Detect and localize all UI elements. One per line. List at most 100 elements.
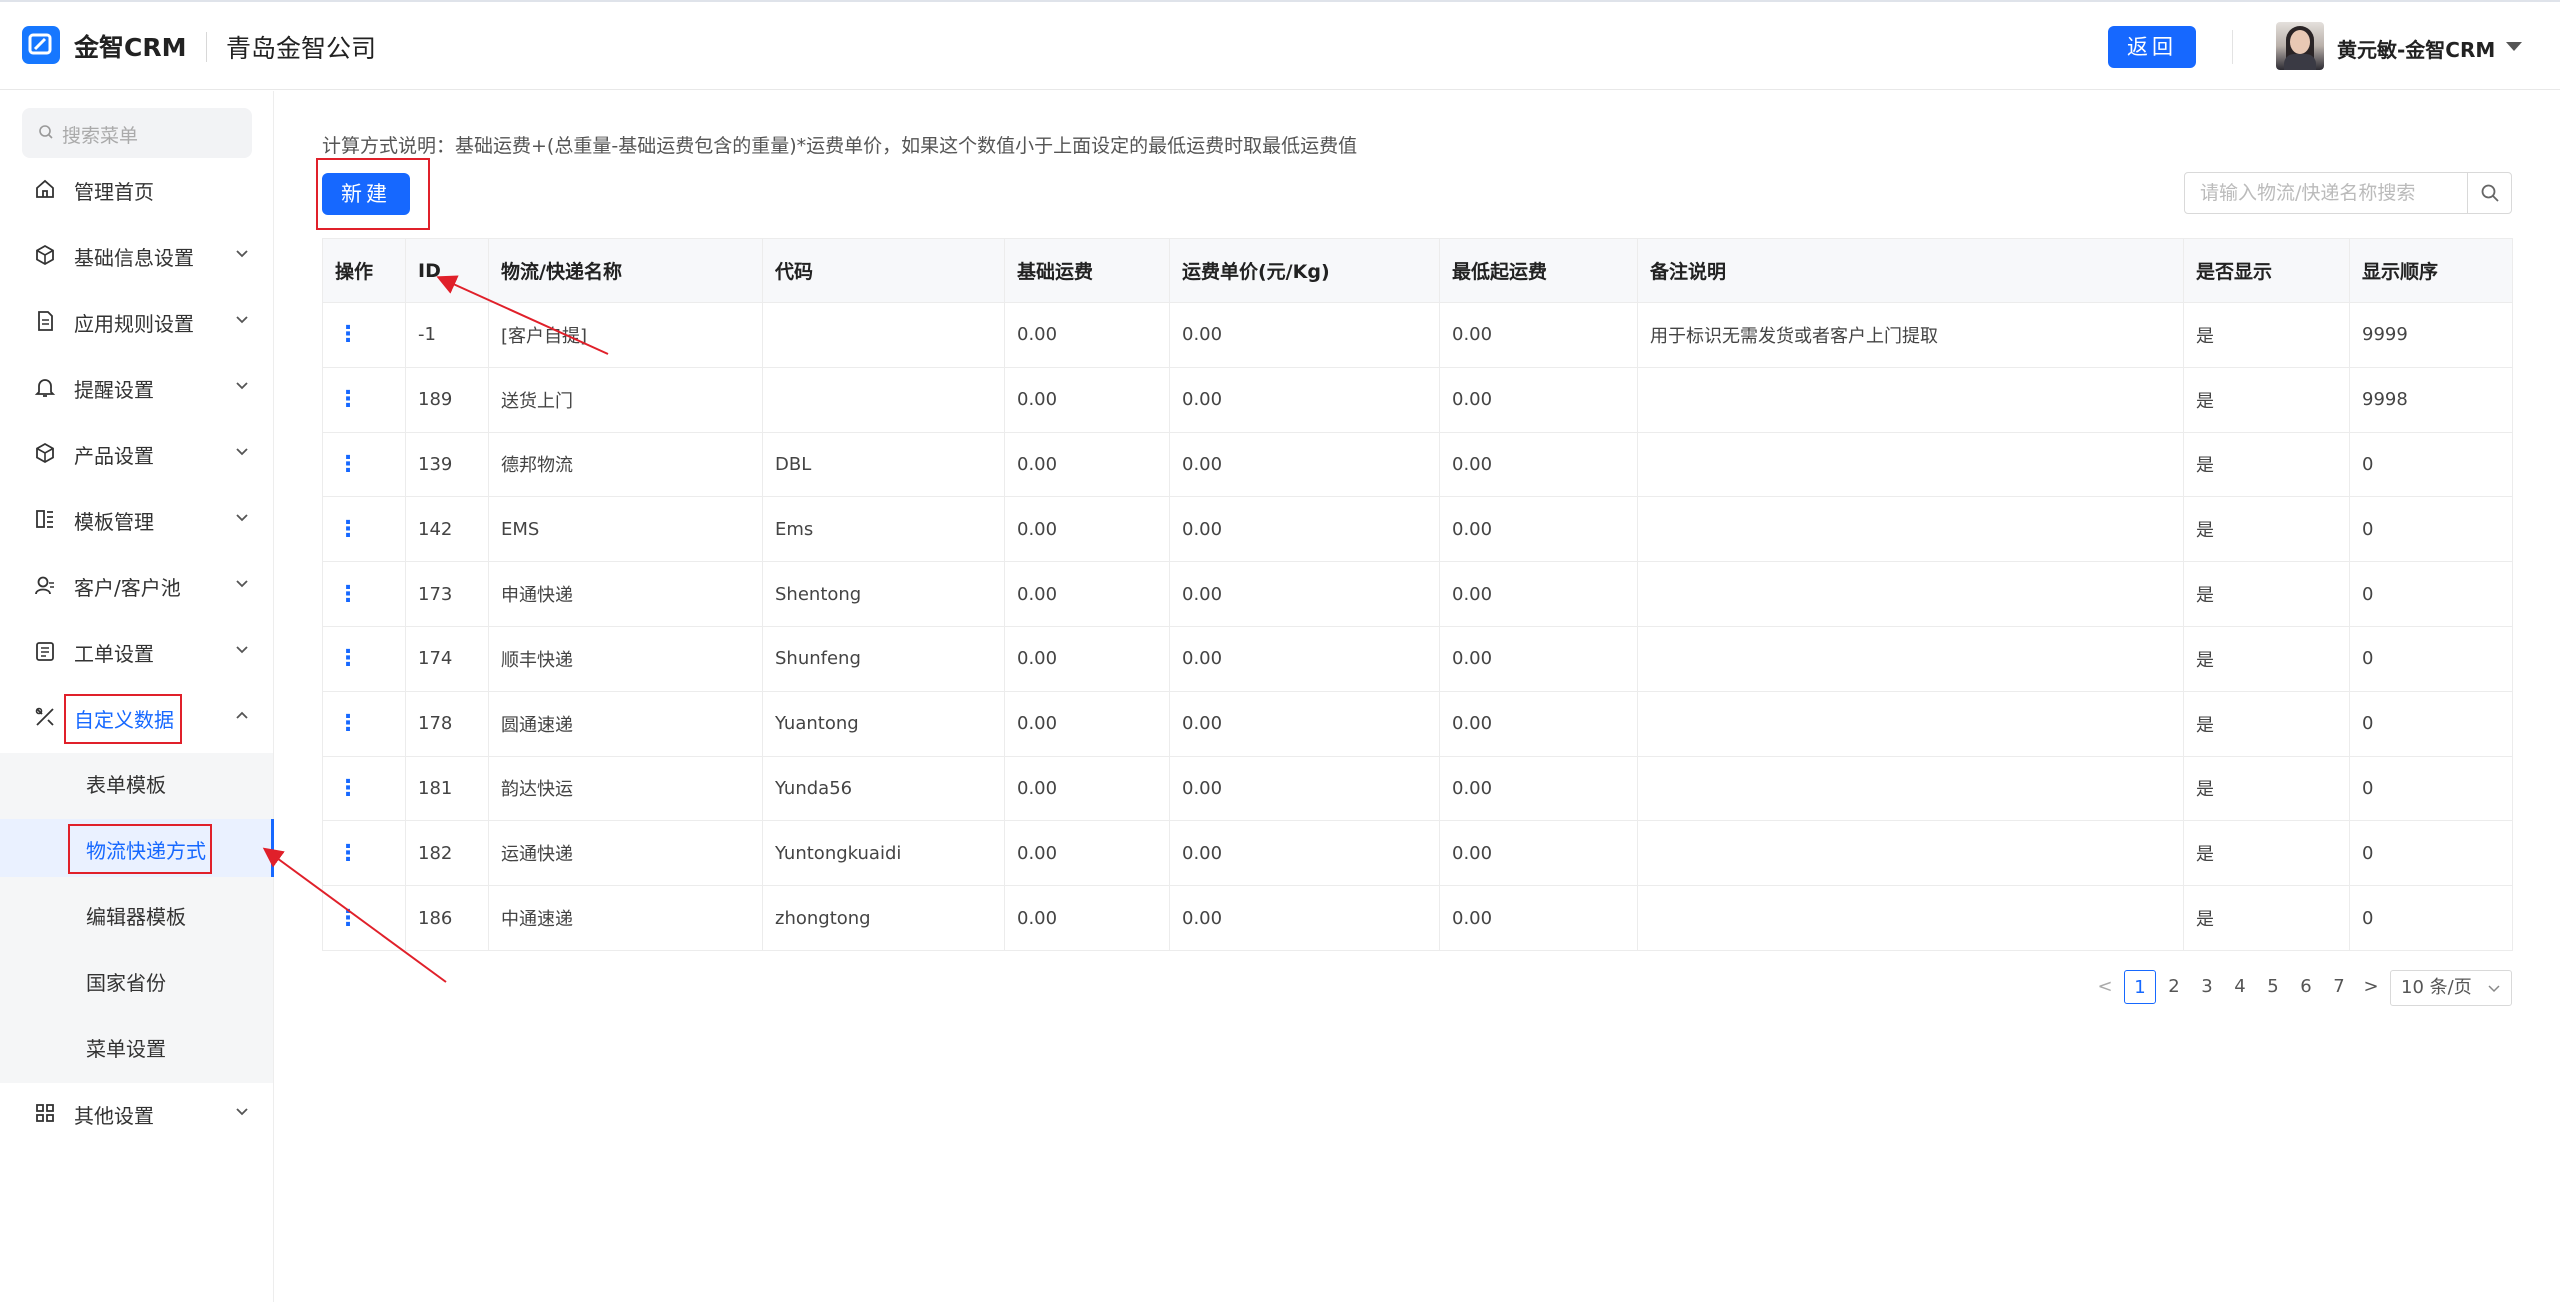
table-cell-min: 0.00 — [1439, 885, 1638, 951]
row-actions-menu-icon[interactable]: ⋮ — [322, 820, 406, 887]
sidebar-item-label: 模板管理 — [74, 510, 154, 534]
chevron-down-icon — [2488, 985, 2500, 993]
column-header: 操作 — [322, 238, 406, 303]
table-cell-remark — [1637, 496, 2184, 563]
table-cell-id: 139 — [405, 431, 489, 498]
table-cell-unit: 0.00 — [1169, 431, 1440, 498]
table-cell-order: 9999 — [2349, 302, 2513, 368]
logistics-search — [2184, 172, 2512, 214]
table-cell-name: 中通速递 — [488, 885, 763, 951]
sidebar-subitem-menu-settings[interactable]: 菜单设置 — [0, 1017, 273, 1075]
table-cell-base: 0.00 — [1004, 561, 1170, 627]
table-cell-min: 0.00 — [1439, 302, 1638, 368]
table-cell-base: 0.00 — [1004, 431, 1170, 498]
user-name[interactable]: 黄元敏-金智CRM — [2337, 34, 2495, 63]
logistics-search-input[interactable] — [2186, 174, 2466, 212]
table-cell-order: 0 — [2349, 431, 2513, 498]
table-cell-name: 申通快递 — [488, 561, 763, 627]
table-cell-show: 是 — [2183, 690, 2350, 757]
sidebar-item-home[interactable]: 管理首页 — [0, 160, 273, 218]
table-cell-unit: 0.00 — [1169, 561, 1440, 627]
table-row: ⋮ -1 [客户自提] 0.00 0.00 0.00 用于标识无需发货或者客户上门提取是 99… — [322, 302, 2513, 368]
sidebar-item-worksheets[interactable]: 工单设置 — [0, 622, 273, 680]
sidebar-item-basic-info[interactable]: 基础信息设置 — [0, 226, 273, 284]
table-cell-min: 0.00 — [1439, 561, 1638, 627]
row-actions-menu-icon[interactable]: ⋮ — [322, 561, 406, 627]
sidebar-subitem-label: 表单模板 — [86, 773, 166, 797]
table-cell-show: 是 — [2183, 431, 2350, 498]
sidebar-subitem-country-province[interactable]: 国家省份 — [0, 951, 273, 1009]
page-button[interactable]: 2 — [2158, 970, 2190, 1004]
caret-down-icon[interactable] — [2506, 42, 2522, 51]
table-cell-id: 189 — [405, 366, 489, 433]
sidebar-item-reminders[interactable]: 提醒设置 — [0, 358, 273, 416]
table-cell-show: 是 — [2183, 625, 2350, 692]
column-header: 代码 — [762, 238, 1005, 303]
page-button[interactable]: 1 — [2124, 970, 2156, 1004]
table-cell-name: 顺丰快递 — [488, 625, 763, 692]
table-cell-min: 0.00 — [1439, 820, 1638, 887]
page-button[interactable]: 5 — [2257, 970, 2289, 1004]
table-cell-base: 0.00 — [1004, 625, 1170, 692]
logistics-table: 操作 ID 物流/快递名称 代码 基础运费 运费单价(元/Kg) 最低起运费 备… — [322, 238, 2513, 951]
next-page-button[interactable]: > — [2358, 970, 2384, 1004]
sidebar-item-label: 管理首页 — [74, 180, 154, 204]
sidebar-subitem-editor-templates[interactable]: 编辑器模板 — [0, 885, 273, 943]
table-cell-min: 0.00 — [1439, 690, 1638, 757]
avatar[interactable] — [2276, 22, 2324, 70]
row-actions-menu-icon[interactable]: ⋮ — [322, 690, 406, 757]
page-button[interactable]: 3 — [2191, 970, 2223, 1004]
table-cell-min: 0.00 — [1439, 496, 1638, 563]
sidebar-item-other-settings[interactable]: 其他设置 — [0, 1084, 273, 1142]
calculation-note: 计算方式说明：基础运费+(总重量-基础运费包含的重量)*运费单价，如果这个数值小… — [322, 135, 1358, 157]
sidebar-item-label: 应用规则设置 — [74, 312, 194, 336]
row-actions-menu-icon[interactable]: ⋮ — [322, 431, 406, 498]
sidebar-subitem-label: 国家省份 — [86, 971, 166, 995]
table-cell-id: 173 — [405, 561, 489, 627]
table-cell-unit: 0.00 — [1169, 885, 1440, 951]
menu-search-input[interactable]: 搜索菜单 — [22, 108, 252, 158]
table-row: ⋮ 174 顺丰快递 Shunfeng 0.00 0.00 0.00 是 0 — [322, 625, 2513, 692]
sidebar-item-label: 产品设置 — [74, 444, 154, 468]
sidebar-item-label: 基础信息设置 — [74, 246, 194, 270]
prev-page-button[interactable]: < — [2092, 970, 2118, 1004]
document-icon — [38, 311, 53, 331]
table-row: ⋮ 182 运通快递 Yuntongkuaidi 0.00 0.00 0.00 是 0 — [322, 820, 2513, 887]
row-actions-menu-icon[interactable]: ⋮ — [322, 496, 406, 563]
table-cell-order: 0 — [2349, 690, 2513, 757]
search-button[interactable] — [2467, 173, 2511, 213]
row-actions-menu-icon[interactable]: ⋮ — [322, 625, 406, 692]
page-button[interactable]: 4 — [2224, 970, 2256, 1004]
top-header: 金智CRM 青岛金智公司 返回 黄元敏-金智CRM — [0, 0, 2560, 90]
template-icon — [36, 510, 53, 528]
row-actions-menu-icon[interactable]: ⋮ — [322, 885, 406, 951]
sidebar-item-products[interactable]: 产品设置 — [0, 424, 273, 482]
row-actions-menu-icon[interactable]: ⋮ — [322, 366, 406, 433]
column-header[interactable]: ID — [405, 238, 489, 303]
row-actions-menu-icon[interactable]: ⋮ — [322, 302, 406, 368]
page-button[interactable]: 6 — [2290, 970, 2322, 1004]
back-button[interactable]: 返回 — [2108, 26, 2196, 68]
table-cell-id: -1 — [405, 302, 489, 368]
table-cell-min: 0.00 — [1439, 431, 1638, 498]
table-cell-remark — [1637, 820, 2184, 887]
sidebar-subitem-label: 菜单设置 — [86, 1037, 166, 1061]
column-header: 备注说明 — [1637, 238, 2184, 303]
sidebar-subitem-form-templates[interactable]: 表单模板 — [0, 753, 273, 811]
active-indicator — [271, 819, 274, 877]
page-size-select[interactable]: 10 条/页 — [2390, 970, 2512, 1006]
sidebar-item-templates[interactable]: 模板管理 — [0, 490, 273, 548]
chevron-down-icon — [236, 250, 248, 258]
annotation-box-new — [316, 158, 430, 230]
sidebar-item-app-rules[interactable]: 应用规则设置 — [0, 292, 273, 350]
table-cell-remark — [1637, 366, 2184, 433]
sidebar-item-customers[interactable]: 客户/客户池 — [0, 556, 273, 614]
logo-icon — [22, 26, 60, 64]
chevron-down-icon — [236, 382, 248, 390]
chevron-down-icon — [236, 646, 248, 654]
header-divider-2 — [2232, 30, 2233, 64]
table-cell-unit: 0.00 — [1169, 625, 1440, 692]
page-button[interactable]: 7 — [2323, 970, 2355, 1004]
row-actions-menu-icon[interactable]: ⋮ — [322, 755, 406, 822]
table-cell-order: 0 — [2349, 820, 2513, 887]
